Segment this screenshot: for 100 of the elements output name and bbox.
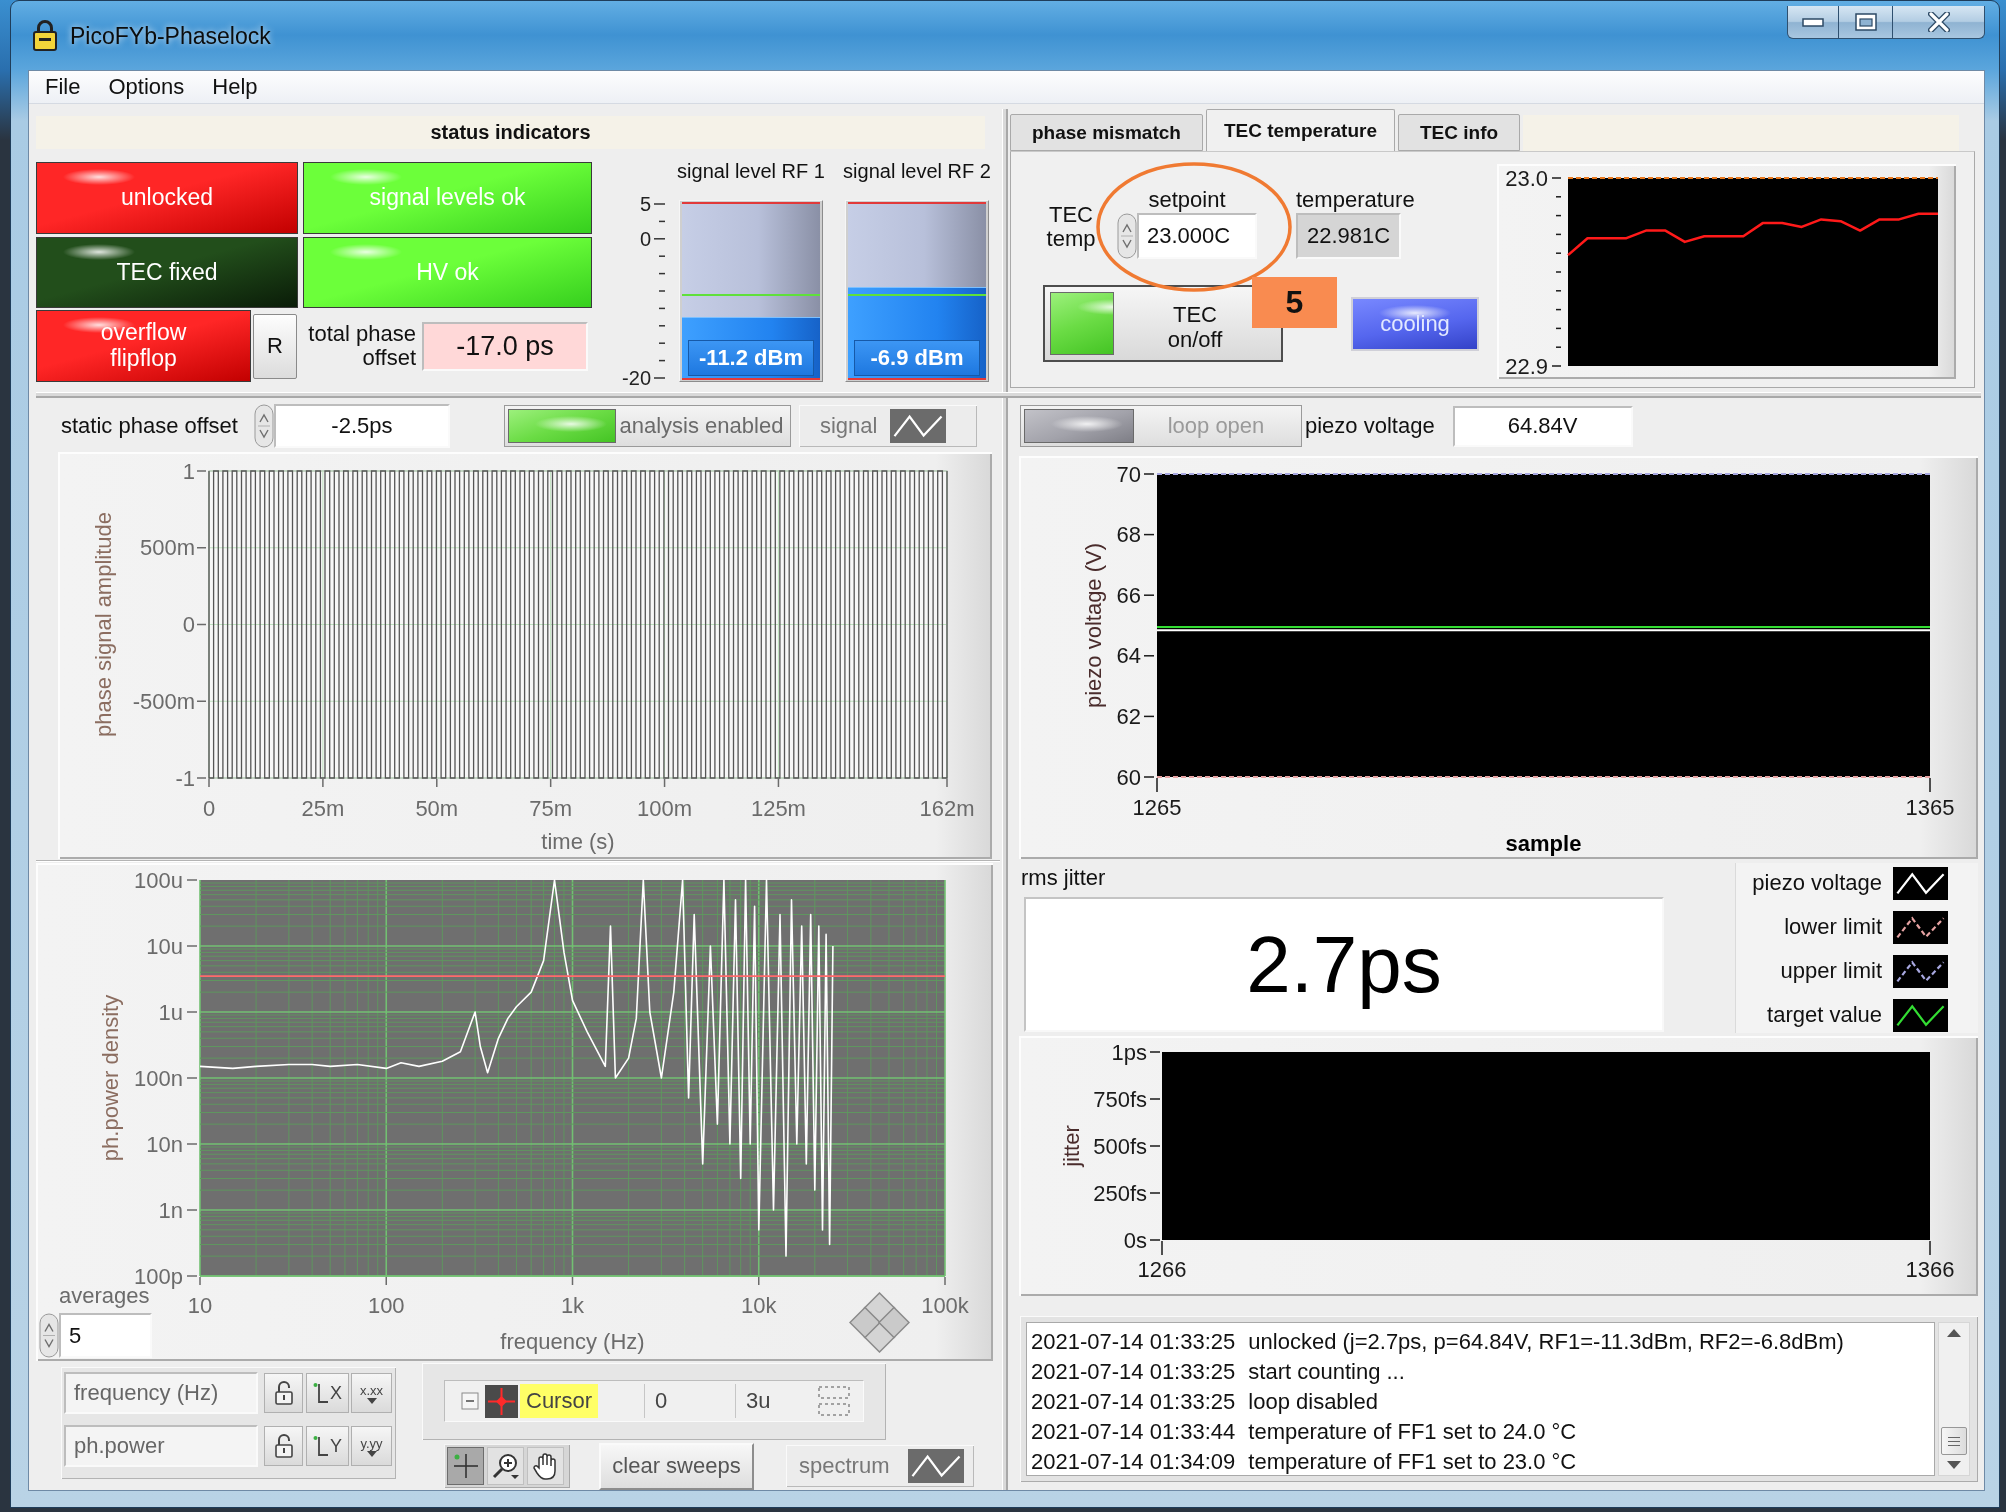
cursor-name: Cursor xyxy=(520,1384,598,1418)
line-sample-icon xyxy=(1893,998,1948,1032)
close-button[interactable] xyxy=(1892,6,1985,39)
maximize-button[interactable] xyxy=(1838,6,1893,39)
minimize-button[interactable] xyxy=(1787,6,1839,39)
field-label: piezo voltage xyxy=(1305,412,1435,440)
field-label: setpoint xyxy=(1148,187,1226,214)
cursor-value: 3u xyxy=(735,1384,817,1418)
spinner-icon[interactable] xyxy=(1117,213,1137,260)
phase-offset-field[interactable]: -2.5ps xyxy=(273,404,450,448)
log-timestamp: 2021-07-14 01:33:44 xyxy=(1031,1419,1236,1445)
tick-label: 1u xyxy=(158,999,183,1025)
log-message: temperature of FF1 set to 24.0 °C xyxy=(1248,1419,1577,1445)
tick-label: 100k xyxy=(921,1292,969,1318)
format-button[interactable]: y.yy xyxy=(351,1426,392,1466)
format-button[interactable]: x.xx xyxy=(351,1373,392,1413)
scroll-down-icon[interactable] xyxy=(1947,1461,1961,1469)
scale-label: -20 xyxy=(622,367,651,389)
legend-label: lower limit xyxy=(1784,913,1882,941)
dotted-box-icon[interactable] xyxy=(817,1385,851,1417)
spinner-icon[interactable] xyxy=(253,404,274,448)
pan-tool-button[interactable] xyxy=(527,1447,564,1485)
lock-button[interactable] xyxy=(264,1426,303,1466)
tick-label: 70 xyxy=(1116,461,1141,487)
axis-title: frequency (Hz) xyxy=(500,1328,645,1354)
zoom-in-icon xyxy=(491,1452,520,1480)
clear-sweeps-button[interactable]: clear sweeps xyxy=(599,1442,754,1490)
axis-title: jitter xyxy=(1058,1125,1084,1167)
tick-label: 62 xyxy=(1116,703,1141,729)
menu-item[interactable]: File xyxy=(31,71,95,103)
field-label: temperature xyxy=(1296,187,1415,214)
caret-icon xyxy=(366,1397,377,1404)
tick-label: 1266 xyxy=(1137,1256,1187,1282)
tab[interactable]: TEC info xyxy=(1398,114,1521,151)
tick-label: 100m xyxy=(637,795,693,821)
line-sample-icon xyxy=(1893,910,1948,944)
tab[interactable]: phase mismatch xyxy=(1010,114,1203,151)
phase-offset-display: -17.0 ps xyxy=(422,321,588,371)
line-sample-icon xyxy=(1893,954,1948,988)
cursor-tool-button[interactable] xyxy=(447,1447,484,1485)
status-indicator: HV ok xyxy=(303,237,592,308)
zoom-tool-button[interactable] xyxy=(487,1447,524,1485)
lock-button[interactable] xyxy=(264,1373,303,1413)
tick-label: 64 xyxy=(1116,643,1141,669)
tick-label: 162m xyxy=(919,795,975,821)
caret-icon xyxy=(366,1450,377,1457)
status-indicator: TEC fixed xyxy=(36,237,298,308)
crosshair-marker-icon xyxy=(485,1384,518,1418)
log-timestamp: 2021-07-14 01:33:25 xyxy=(1031,1329,1236,1355)
menu-item[interactable]: Help xyxy=(198,71,272,103)
spinner-icon[interactable] xyxy=(39,1313,59,1358)
tick-label: 60 xyxy=(1116,764,1141,790)
meter-label: signal level RF 2 xyxy=(843,159,991,184)
tick-label: 100u xyxy=(134,867,183,893)
piezo-voltage-display: 64.84V xyxy=(1452,405,1633,447)
tick-label: 1k xyxy=(560,1292,585,1318)
axis-scale-button[interactable]: Y xyxy=(306,1426,349,1466)
maximize-icon xyxy=(1854,13,1877,31)
hand-icon xyxy=(532,1452,559,1480)
tick-label: -500m xyxy=(132,688,195,714)
collapse-icon[interactable] xyxy=(461,1392,479,1410)
navigation-diamond-icon[interactable] xyxy=(849,1292,910,1353)
log-timestamp: 2021-07-14 01:33:25 xyxy=(1031,1359,1236,1385)
minimize-icon xyxy=(1802,17,1824,27)
scroll-up-icon[interactable] xyxy=(1947,1329,1961,1337)
tec-switch[interactable]: TEC on/off xyxy=(1043,285,1283,363)
setpoint-field[interactable]: 23.000C xyxy=(1137,213,1257,260)
tick-label: 25m xyxy=(301,795,345,821)
log-timestamp: 2021-07-14 01:33:25 xyxy=(1031,1389,1236,1415)
menu-item[interactable]: Options xyxy=(94,71,199,103)
reset-button[interactable]: R xyxy=(253,313,297,379)
tick-label: 10 xyxy=(187,1292,213,1318)
scale-label: 5 xyxy=(639,193,651,215)
tick-label: 0s xyxy=(1123,1227,1147,1253)
meter-reading: -6.9 dBm xyxy=(854,340,980,376)
padlock-icon xyxy=(274,1434,293,1458)
log-message: unlocked (j=2.7ps, p=64.84V, RF1=-11.3dBm, RF2=-6.8dBm) xyxy=(1248,1329,1844,1355)
line-sample-icon xyxy=(1893,866,1948,900)
tick-label: 23.0 xyxy=(1505,165,1548,191)
field-label: total phase offset xyxy=(307,321,416,371)
averages-field[interactable]: 5 xyxy=(59,1313,152,1358)
tick-label: 50m xyxy=(415,795,459,821)
axis-title: time (s) xyxy=(541,828,615,854)
tab[interactable]: TEC temperature xyxy=(1205,109,1395,151)
axis-scale-button[interactable]: X xyxy=(306,1373,349,1413)
legend-label: upper limit xyxy=(1780,957,1882,985)
log-message: start counting ... xyxy=(1248,1359,1405,1385)
crosshair-icon xyxy=(452,1453,479,1479)
vertical-scrollbar[interactable] xyxy=(1938,1322,1970,1476)
tick-label: 1265 xyxy=(1132,794,1182,820)
tick-label: 1ps xyxy=(1111,1039,1147,1065)
tick-label: 10u xyxy=(146,933,183,959)
legend-label: target value xyxy=(1767,1001,1882,1029)
tick-label: 1n xyxy=(158,1197,183,1223)
axis-title: sample xyxy=(1505,830,1582,856)
log-message: temperature of FF1 set to 23.0 °C xyxy=(1248,1449,1577,1475)
scroll-thumb[interactable] xyxy=(1941,1427,1967,1455)
tick-label: 100 xyxy=(367,1292,405,1318)
tick-label: 1365 xyxy=(1905,794,1955,820)
analysis-toggle[interactable]: analysis enabled xyxy=(503,405,791,447)
